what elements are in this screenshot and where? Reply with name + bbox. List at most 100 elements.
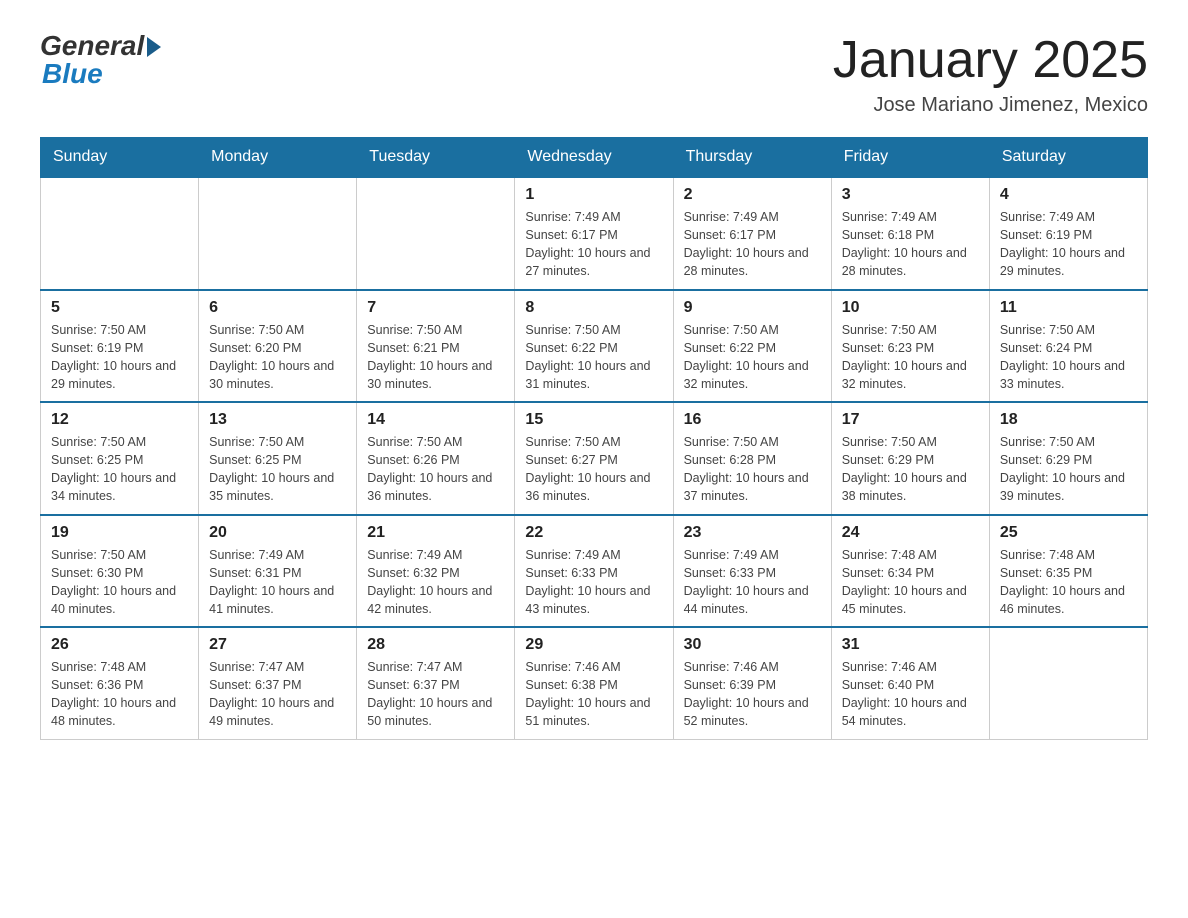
day-info: Sunrise: 7:49 AM Sunset: 6:31 PM Dayligh… (209, 546, 346, 619)
calendar-cell: 21 Sunrise: 7:49 AM Sunset: 6:32 PM Dayli… (357, 515, 515, 628)
calendar-cell: 18 Sunrise: 7:50 AM Sunset: 6:29 PM Dayli… (989, 402, 1147, 515)
day-number: 12 (51, 411, 188, 429)
calendar-week-4: 19 Sunrise: 7:50 AM Sunset: 6:30 PM Dayli… (41, 515, 1148, 628)
calendar-cell: 2 Sunrise: 7:49 AM Sunset: 6:17 PM Daylig… (673, 177, 831, 290)
day-number: 15 (525, 411, 662, 429)
day-number: 18 (1000, 411, 1137, 429)
logo-arrow-icon (147, 37, 161, 57)
calendar-cell: 20 Sunrise: 7:49 AM Sunset: 6:31 PM Dayli… (199, 515, 357, 628)
day-info: Sunrise: 7:49 AM Sunset: 6:33 PM Dayligh… (684, 546, 821, 619)
calendar-table: SundayMondayTuesdayWednesdayThursdayFrid… (40, 137, 1148, 740)
calendar-cell: 30 Sunrise: 7:46 AM Sunset: 6:39 PM Dayli… (673, 627, 831, 739)
day-info: Sunrise: 7:46 AM Sunset: 6:38 PM Dayligh… (525, 658, 662, 731)
day-number: 3 (842, 186, 979, 204)
calendar-cell: 26 Sunrise: 7:48 AM Sunset: 6:36 PM Dayli… (41, 627, 199, 739)
day-number: 6 (209, 299, 346, 317)
day-number: 8 (525, 299, 662, 317)
day-number: 17 (842, 411, 979, 429)
calendar-week-3: 12 Sunrise: 7:50 AM Sunset: 6:25 PM Dayli… (41, 402, 1148, 515)
day-number: 5 (51, 299, 188, 317)
calendar-cell: 9Sunrise: 7:50 AM Sunset: 6:22 PM Daylig… (673, 290, 831, 403)
calendar-week-2: 5 Sunrise: 7:50 AM Sunset: 6:19 PM Daylig… (41, 290, 1148, 403)
calendar-body: 1Sunrise: 7:49 AM Sunset: 6:17 PM Daylig… (41, 177, 1148, 739)
day-info: Sunrise: 7:48 AM Sunset: 6:36 PM Dayligh… (51, 658, 188, 731)
day-info: Sunrise: 7:50 AM Sunset: 6:20 PM Dayligh… (209, 321, 346, 394)
page-header: General Blue January 2025 Jose Mariano J… (40, 30, 1148, 117)
day-number: 16 (684, 411, 821, 429)
calendar-cell (41, 177, 199, 290)
day-number: 31 (842, 636, 979, 654)
day-number: 23 (684, 524, 821, 542)
day-number: 14 (367, 411, 504, 429)
calendar-cell: 10Sunrise: 7:50 AM Sunset: 6:23 PM Dayli… (831, 290, 989, 403)
day-info: Sunrise: 7:47 AM Sunset: 6:37 PM Dayligh… (209, 658, 346, 731)
day-info: Sunrise: 7:47 AM Sunset: 6:37 PM Dayligh… (367, 658, 504, 731)
calendar-header: SundayMondayTuesdayWednesdayThursdayFrid… (41, 138, 1148, 178)
day-number: 30 (684, 636, 821, 654)
day-info: Sunrise: 7:50 AM Sunset: 6:25 PM Dayligh… (51, 433, 188, 506)
day-info: Sunrise: 7:50 AM Sunset: 6:27 PM Dayligh… (525, 433, 662, 506)
day-number: 7 (367, 299, 504, 317)
calendar-cell: 13 Sunrise: 7:50 AM Sunset: 6:25 PM Dayli… (199, 402, 357, 515)
day-info: Sunrise: 7:49 AM Sunset: 6:33 PM Dayligh… (525, 546, 662, 619)
calendar-cell: 14Sunrise: 7:50 AM Sunset: 6:26 PM Dayli… (357, 402, 515, 515)
day-info: Sunrise: 7:49 AM Sunset: 6:19 PM Dayligh… (1000, 208, 1137, 281)
day-info: Sunrise: 7:50 AM Sunset: 6:21 PM Dayligh… (367, 321, 504, 394)
calendar-cell: 25Sunrise: 7:48 AM Sunset: 6:35 PM Dayli… (989, 515, 1147, 628)
day-number: 19 (51, 524, 188, 542)
month-title: January 2025 (833, 30, 1148, 90)
calendar-week-1: 1Sunrise: 7:49 AM Sunset: 6:17 PM Daylig… (41, 177, 1148, 290)
day-number: 25 (1000, 524, 1137, 542)
weekday-header-sunday: Sunday (41, 138, 199, 178)
calendar-header-row: SundayMondayTuesdayWednesdayThursdayFrid… (41, 138, 1148, 178)
day-info: Sunrise: 7:50 AM Sunset: 6:22 PM Dayligh… (684, 321, 821, 394)
day-info: Sunrise: 7:50 AM Sunset: 6:22 PM Dayligh… (525, 321, 662, 394)
day-info: Sunrise: 7:50 AM Sunset: 6:24 PM Dayligh… (1000, 321, 1137, 394)
day-info: Sunrise: 7:50 AM Sunset: 6:23 PM Dayligh… (842, 321, 979, 394)
day-info: Sunrise: 7:46 AM Sunset: 6:39 PM Dayligh… (684, 658, 821, 731)
calendar-cell: 27Sunrise: 7:47 AM Sunset: 6:37 PM Dayli… (199, 627, 357, 739)
day-number: 28 (367, 636, 504, 654)
calendar-cell: 31Sunrise: 7:46 AM Sunset: 6:40 PM Dayli… (831, 627, 989, 739)
calendar-cell: 17Sunrise: 7:50 AM Sunset: 6:29 PM Dayli… (831, 402, 989, 515)
weekday-header-friday: Friday (831, 138, 989, 178)
calendar-cell: 23 Sunrise: 7:49 AM Sunset: 6:33 PM Dayli… (673, 515, 831, 628)
day-number: 22 (525, 524, 662, 542)
logo-blue-text: Blue (40, 58, 161, 90)
calendar-cell: 16 Sunrise: 7:50 AM Sunset: 6:28 PM Dayli… (673, 402, 831, 515)
calendar-cell: 1Sunrise: 7:49 AM Sunset: 6:17 PM Daylig… (515, 177, 673, 290)
day-number: 26 (51, 636, 188, 654)
calendar-cell (989, 627, 1147, 739)
day-number: 4 (1000, 186, 1137, 204)
day-number: 21 (367, 524, 504, 542)
day-info: Sunrise: 7:50 AM Sunset: 6:29 PM Dayligh… (1000, 433, 1137, 506)
day-info: Sunrise: 7:49 AM Sunset: 6:32 PM Dayligh… (367, 546, 504, 619)
day-info: Sunrise: 7:50 AM Sunset: 6:19 PM Dayligh… (51, 321, 188, 394)
day-number: 11 (1000, 299, 1137, 317)
calendar-cell: 11 Sunrise: 7:50 AM Sunset: 6:24 PM Dayli… (989, 290, 1147, 403)
calendar-cell (357, 177, 515, 290)
calendar-week-5: 26 Sunrise: 7:48 AM Sunset: 6:36 PM Dayli… (41, 627, 1148, 739)
logo: General Blue (40, 30, 161, 90)
day-info: Sunrise: 7:49 AM Sunset: 6:17 PM Dayligh… (684, 208, 821, 281)
calendar-cell: 3Sunrise: 7:49 AM Sunset: 6:18 PM Daylig… (831, 177, 989, 290)
day-number: 13 (209, 411, 346, 429)
calendar-cell: 5 Sunrise: 7:50 AM Sunset: 6:19 PM Daylig… (41, 290, 199, 403)
day-info: Sunrise: 7:49 AM Sunset: 6:17 PM Dayligh… (525, 208, 662, 281)
day-number: 2 (684, 186, 821, 204)
calendar-cell: 7 Sunrise: 7:50 AM Sunset: 6:21 PM Daylig… (357, 290, 515, 403)
calendar-cell: 15 Sunrise: 7:50 AM Sunset: 6:27 PM Dayli… (515, 402, 673, 515)
calendar-cell: 24Sunrise: 7:48 AM Sunset: 6:34 PM Dayli… (831, 515, 989, 628)
day-number: 20 (209, 524, 346, 542)
title-area: January 2025 Jose Mariano Jimenez, Mexic… (833, 30, 1148, 117)
weekday-header-saturday: Saturday (989, 138, 1147, 178)
calendar-cell: 22 Sunrise: 7:49 AM Sunset: 6:33 PM Dayli… (515, 515, 673, 628)
weekday-header-thursday: Thursday (673, 138, 831, 178)
day-info: Sunrise: 7:50 AM Sunset: 6:30 PM Dayligh… (51, 546, 188, 619)
day-info: Sunrise: 7:50 AM Sunset: 6:28 PM Dayligh… (684, 433, 821, 506)
weekday-header-tuesday: Tuesday (357, 138, 515, 178)
calendar-cell: 28 Sunrise: 7:47 AM Sunset: 6:37 PM Dayli… (357, 627, 515, 739)
calendar-cell: 19 Sunrise: 7:50 AM Sunset: 6:30 PM Dayli… (41, 515, 199, 628)
day-info: Sunrise: 7:50 AM Sunset: 6:25 PM Dayligh… (209, 433, 346, 506)
location-text: Jose Mariano Jimenez, Mexico (833, 94, 1148, 117)
